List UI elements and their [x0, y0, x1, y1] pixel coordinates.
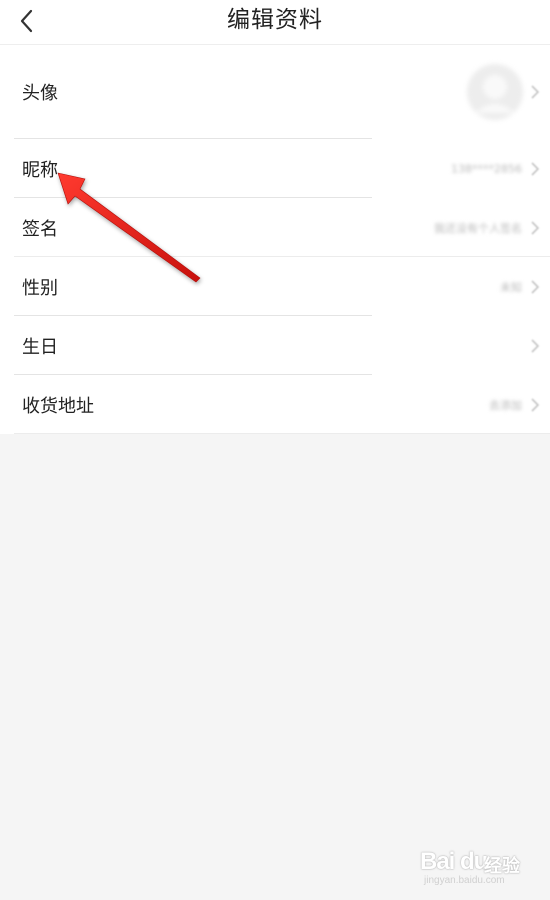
row-birthday[interactable]: 生日: [0, 316, 550, 375]
row-label: 性别: [22, 277, 58, 299]
top-bar: 编辑资料: [0, 0, 550, 45]
row-value: 138****2856: [451, 162, 522, 175]
chevron-right-icon: [531, 161, 540, 176]
row-value: 未知: [500, 280, 522, 294]
row-avatar[interactable]: 头像: [0, 45, 550, 139]
row-label: 头像: [22, 83, 58, 104]
row-label: 收货地址: [22, 395, 94, 417]
row-label: 生日: [22, 336, 58, 358]
page-title: 编辑资料: [227, 7, 323, 33]
chevron-right-icon: [531, 397, 540, 412]
watermark-url: jingyan.baidu.com: [424, 875, 505, 886]
chevron-right-icon: [531, 279, 540, 294]
row-gender[interactable]: 性别 未知: [0, 257, 550, 316]
row-label: 昵称: [22, 159, 58, 181]
watermark: Bai du 经验 jingyan.baidu.com: [420, 838, 545, 890]
chevron-right-icon: [531, 220, 540, 235]
row-value: 我还没有个人签名: [434, 221, 522, 235]
row-value: 去添加: [489, 398, 522, 412]
chevron-right-icon: [531, 338, 540, 353]
row-nickname[interactable]: 昵称 138****2856: [0, 139, 550, 198]
row-label: 签名: [22, 218, 58, 240]
row-shipping-address[interactable]: 收货地址 去添加: [0, 375, 550, 434]
row-signature[interactable]: 签名 我还没有个人签名: [0, 198, 550, 257]
chevron-right-icon: [531, 85, 540, 99]
divider: [14, 433, 550, 434]
avatar: [467, 64, 523, 120]
watermark-logo: Bai du: [420, 848, 488, 875]
profile-list: 头像 昵称 138****2856 签名 我还没有个人签名 性别 未知 生日 收…: [0, 45, 550, 434]
